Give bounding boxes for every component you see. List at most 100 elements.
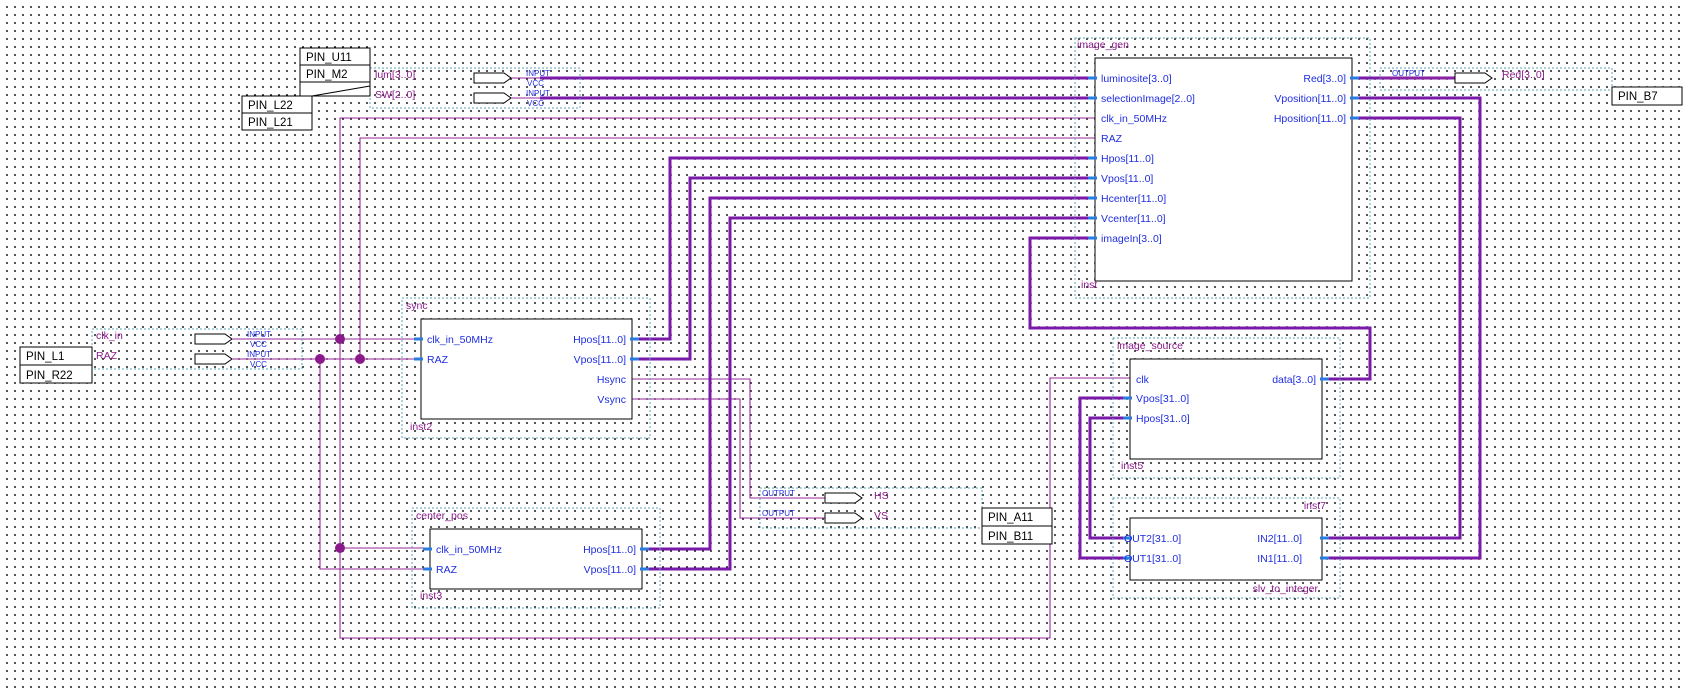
bus-center-hpos[interactable] — [640, 196, 1095, 551]
port-label: clk_in_50MHz — [427, 334, 493, 346]
bus-sync-vpos[interactable] — [632, 176, 1095, 361]
block-body — [1094, 57, 1353, 282]
input-default-lum: VCC — [527, 79, 544, 88]
junction-dot — [315, 354, 325, 364]
port-label: OUT2[31..0] — [1124, 533, 1181, 545]
pin-label: PIN_A11 — [988, 512, 1033, 524]
pin-group-mid: PIN_A11 PIN_B11 — [981, 507, 1053, 545]
block-slv-to-integer[interactable]: inst7 slv_to_integer OUT2[31..0] OUT1[31… — [1112, 497, 1341, 599]
port-label: RAZ — [436, 564, 458, 576]
junction-dot — [355, 354, 365, 364]
block-name: image_gen — [1077, 39, 1129, 51]
output-port-red[interactable] — [1454, 72, 1493, 84]
output-signal-hs: HS — [874, 490, 889, 502]
wire-raz-to-centerpos[interactable] — [319, 359, 430, 570]
output-type-hs: OUTPUT — [762, 489, 795, 498]
block-name: center_pos — [416, 510, 468, 522]
input-default-raz: VCC — [250, 360, 267, 369]
port-label: clk_in_50MHz — [1101, 113, 1167, 125]
input-port-clk-in[interactable] — [194, 333, 233, 345]
port-label: RAZ — [1101, 133, 1123, 145]
junction-dot — [335, 334, 345, 344]
output-type-red: OUTPUT — [1392, 69, 1425, 78]
port-label: data[3..0] — [1272, 374, 1316, 386]
input-port-sw[interactable] — [473, 92, 512, 104]
pin-label: PIN_L21 — [248, 117, 293, 129]
pin-group-right: PIN_B7 — [1611, 86, 1683, 106]
pin-label: PIN_U11 — [306, 52, 352, 64]
input-type-clk-in: INPUT — [247, 330, 271, 339]
pin-label: PIN_L22 — [248, 100, 293, 112]
block-instance: inst3 — [420, 590, 442, 602]
pin-label: PIN_M2 — [306, 69, 348, 81]
port-label: Hpos[31..0] — [1136, 413, 1190, 425]
block-instance: inst7 — [1304, 500, 1326, 512]
port-label: Red[3..0] — [1303, 73, 1346, 85]
input-type-sw: INPUT — [526, 89, 550, 98]
io-hs-vs-outputs: OUTPUT OUTPUT HS VS — [759, 487, 983, 529]
port-label: OUT1[31..0] — [1124, 553, 1181, 565]
block-name: sync — [406, 300, 428, 312]
schematic-canvas: lum[3..0] SW[2..0] INPUT VCC INPUT VCC c… — [19, 37, 1683, 639]
bus-out2-hpos[interactable] — [1088, 416, 1130, 540]
block-image-gen[interactable]: image_gen inst luminosite[3..0] selectio… — [1074, 37, 1371, 299]
bus-sync-hpos[interactable] — [632, 156, 1095, 341]
input-default-sw: VCC — [527, 99, 544, 108]
port-label: imageIn[3..0] — [1101, 233, 1162, 245]
port-label: Vposition[11..0] — [1274, 93, 1346, 105]
port-label: IN2[11..0] — [1257, 533, 1302, 545]
pin-label: PIN_R22 — [26, 370, 73, 382]
port-label: Hposition[11..0] — [1274, 113, 1346, 125]
block-body — [429, 528, 643, 590]
input-signal-raz: RAZ — [96, 350, 118, 362]
port-label: Vpos[11..0] — [1101, 173, 1153, 185]
pin-label: PIN_B11 — [988, 531, 1033, 543]
port-label: Vpos[11..0] — [574, 354, 626, 366]
output-signal-vs: VS — [874, 510, 888, 522]
port-label: clk — [1136, 374, 1150, 386]
block-name: slv_to_integer — [1253, 583, 1319, 595]
port-label: clk_in_50MHz — [436, 544, 502, 556]
pin-box — [299, 81, 371, 97]
input-signal-lum: lum[3..0] — [375, 69, 415, 81]
port-label: Hsync — [597, 374, 626, 386]
input-port-lum[interactable] — [473, 72, 512, 84]
wire-clk-in-to-imagegen[interactable] — [339, 117, 1095, 339]
input-port-raz[interactable] — [194, 353, 233, 365]
block-sync[interactable]: sync inst2 clk_in_50MHz RAZ Hpos[11..0] … — [401, 297, 651, 439]
port-label: Hpos[11..0] — [573, 334, 626, 346]
port-label: Vsync — [597, 394, 626, 406]
block-instance: inst5 — [1121, 460, 1143, 472]
port-label: Vpos[11..0] — [584, 564, 636, 576]
port-label: Hcenter[11..0] — [1101, 193, 1166, 205]
io-left-group: clk_in RAZ INPUT VCC INPUT VCC — [91, 328, 303, 370]
block-body — [1129, 517, 1323, 581]
port-label: Hpos[11..0] — [583, 544, 636, 556]
output-signal-red: Red[3..0] — [1502, 69, 1545, 81]
output-port-hs[interactable] — [824, 492, 863, 504]
input-default-clk-in: VCC — [250, 340, 267, 349]
junction-dot — [335, 543, 345, 553]
input-signal-sw: SW[2..0] — [375, 89, 415, 101]
port-label: IN1[11..0] — [1257, 553, 1302, 565]
port-label: Hpos[11..0] — [1101, 153, 1154, 165]
pin-group-left: PIN_L1 PIN_R22 — [19, 346, 93, 384]
io-top-group: lum[3..0] SW[2..0] INPUT VCC INPUT VCC — [369, 67, 581, 109]
output-type-vs: OUTPUT — [762, 509, 795, 518]
pin-label: PIN_L1 — [26, 351, 64, 363]
output-port-vs[interactable] — [824, 512, 863, 524]
port-label: selectionImage[2..0] — [1101, 93, 1195, 105]
block-center-pos[interactable]: center_pos inst3 clk_in_50MHz RAZ Hpos[1… — [411, 507, 661, 609]
block-instance: inst — [1081, 279, 1097, 291]
input-type-raz: INPUT — [247, 350, 271, 359]
port-label: Vpos[31..0] — [1136, 393, 1189, 405]
input-type-lum: INPUT — [526, 69, 550, 78]
pin-label: PIN_B7 — [1618, 91, 1658, 103]
block-instance: inst2 — [410, 421, 432, 433]
port-label: Vcenter[11..0] — [1101, 213, 1166, 225]
block-image-source[interactable]: image_source inst5 clk Vpos[31..0] Hpos[… — [1112, 337, 1341, 479]
port-label: RAZ — [427, 354, 449, 366]
port-label: luminosite[3..0] — [1101, 73, 1172, 85]
block-name: image_source — [1117, 340, 1183, 352]
input-signal-clk-in: clk_in — [96, 330, 123, 342]
